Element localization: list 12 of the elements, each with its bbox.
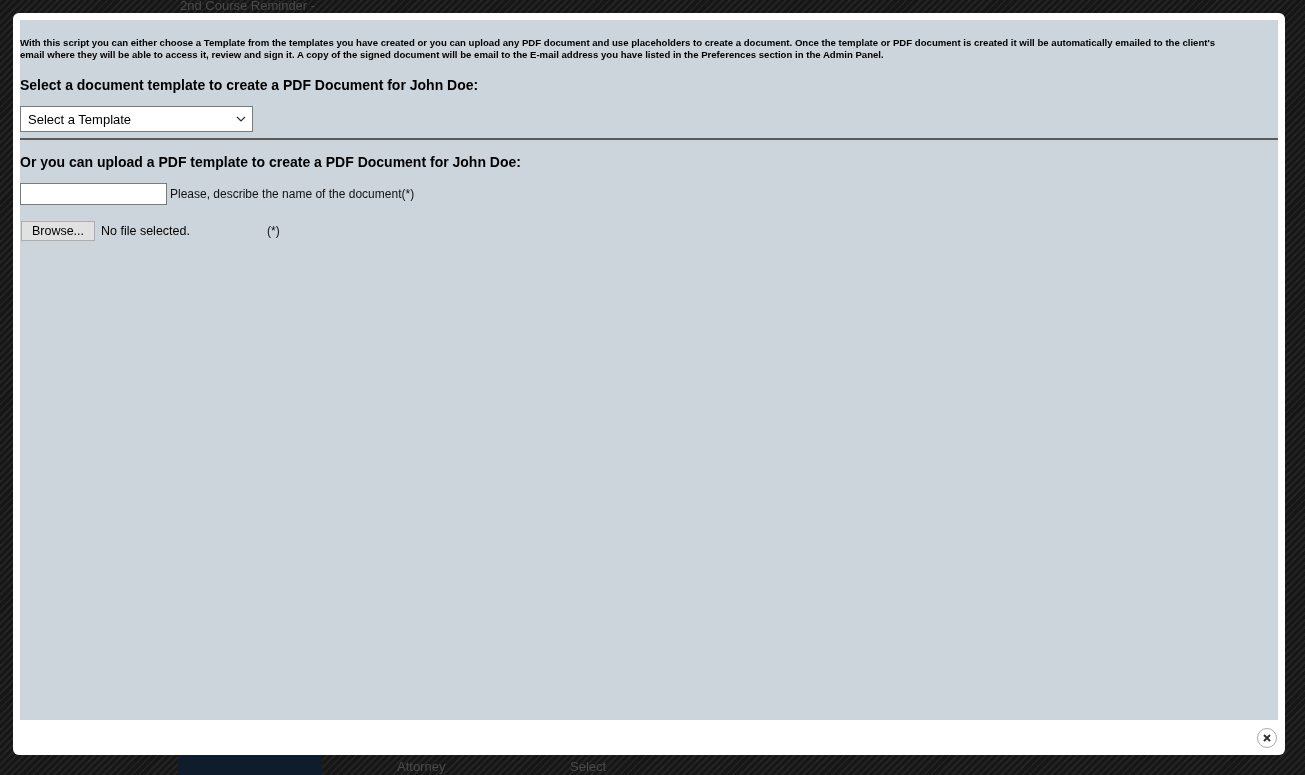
- browse-button[interactable]: Browse...: [21, 221, 95, 241]
- template-select[interactable]: Select a Template: [20, 106, 253, 132]
- close-button[interactable]: [1257, 727, 1277, 748]
- section-heading: Select a document template to create a PDF Document for John Doe:: [20, 77, 480, 93]
- file-status: No file selected.: [101, 224, 191, 238]
- field-label: Please, describe the name of the document(*): [170, 187, 415, 201]
- required-mark: (*): [267, 224, 280, 238]
- chevron-down-icon: [236, 116, 246, 122]
- close-icon: [1263, 733, 1271, 742]
- section-heading: Or you can upload a PDF template to create a PDF Document for John Doe:: [20, 154, 522, 170]
- document-name-field[interactable]: [20, 183, 167, 205]
- intro-text: With this script you can either choose a Template from the templates you have created or you can upload any PDF document and use placeholders to create a document. Once the template or PDF document is created it will be automatically emailed to the client's email where they will be able to access it, review and sign it. A copy of the signed document will be email to the E-mail address you have listed in the Preferences section in the Admin Panel.: [20, 37, 1217, 60]
